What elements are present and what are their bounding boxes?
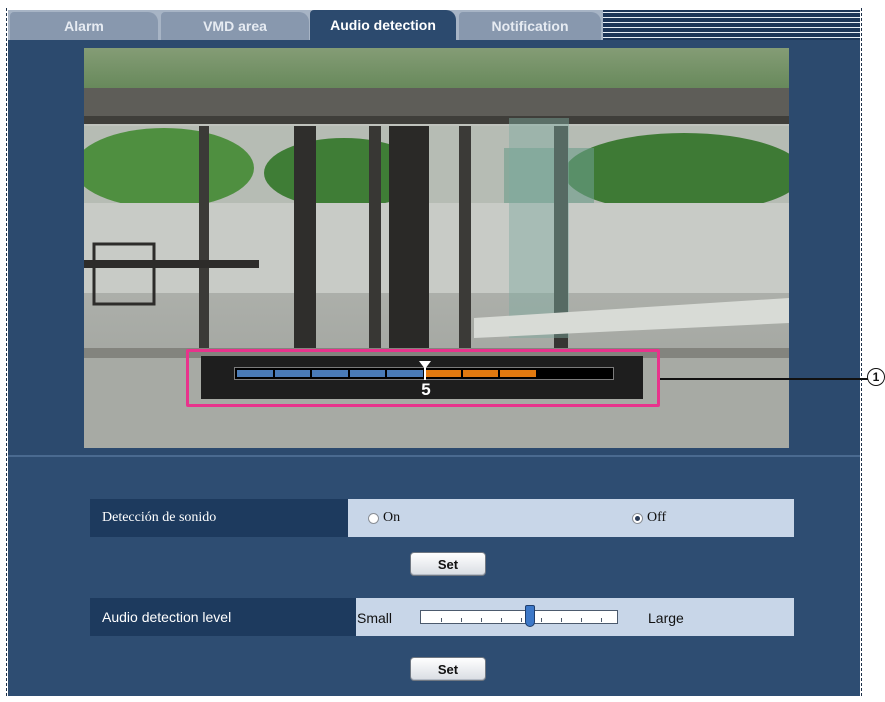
radio-off[interactable]: Off xyxy=(632,510,666,526)
slider-tick xyxy=(581,618,582,622)
tab-audio-detection[interactable]: Audio detection xyxy=(310,10,456,40)
slider-tick xyxy=(561,618,562,622)
slider-max-label: Large xyxy=(648,610,684,626)
audio-level-control: Small Large xyxy=(356,598,794,636)
sound-detection-row: Detección de sonido On Off xyxy=(90,499,794,537)
radio-off-icon[interactable] xyxy=(632,512,643,524)
sound-detection-options: On Off xyxy=(348,499,794,537)
slider-tick xyxy=(501,618,502,622)
audio-level-row: Audio detection level Small Large xyxy=(90,598,794,636)
slider-min-label: Small xyxy=(357,610,393,626)
callout-line xyxy=(660,378,870,380)
set-button[interactable]: Set xyxy=(410,552,486,576)
radio-off-label: Off xyxy=(647,510,667,525)
tab-vmd-area[interactable]: VMD area xyxy=(161,12,309,40)
slider-thumb[interactable] xyxy=(525,605,535,627)
callout-highlight xyxy=(186,349,660,407)
radio-on-icon[interactable] xyxy=(368,512,379,524)
slider-tick xyxy=(481,618,482,622)
radio-on-label: On xyxy=(383,510,401,525)
slider-tick xyxy=(441,618,442,622)
tab-alarm[interactable]: Alarm xyxy=(10,12,158,40)
tab-notification[interactable]: Notification xyxy=(459,12,601,40)
callout-number: 1 xyxy=(867,368,885,386)
audio-level-slider[interactable] xyxy=(420,610,618,624)
slider-tick xyxy=(461,618,462,622)
slider-tick xyxy=(521,618,522,622)
tab-strip-decoration xyxy=(603,10,860,40)
sound-detection-label: Detección de sonido xyxy=(90,499,348,537)
radio-on[interactable]: On xyxy=(368,510,400,526)
audio-level-label: Audio detection level xyxy=(90,598,356,636)
slider-tick xyxy=(601,618,602,622)
set-button-2[interactable]: Set xyxy=(410,657,486,681)
slider-tick xyxy=(541,618,542,622)
